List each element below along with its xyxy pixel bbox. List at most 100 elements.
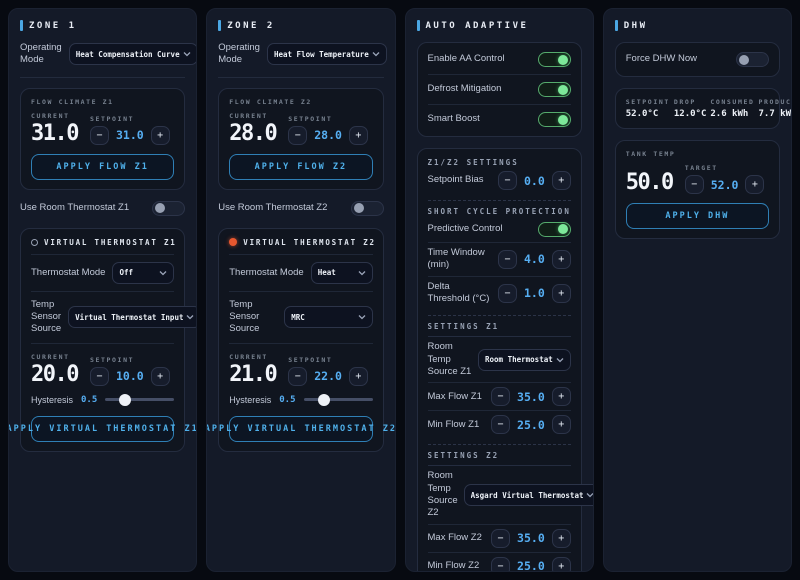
time-window-value: 4.0 [523,252,545,267]
dhw-tank-card: TANK TEMP 50.0 TARGET − 52.0 + APPLY DHW [614,140,780,239]
auto-adaptive-title: AUTO ADAPTIVE [425,20,529,31]
decrement-button[interactable]: − [491,556,511,571]
increment-button[interactable]: + [551,283,571,303]
decrement-button[interactable]: − [288,366,308,386]
enable-aa-toggle[interactable] [537,52,571,67]
vt-title: VIRTUAL THERMOSTAT Z2 [243,237,376,247]
stat-value: 2.6 kWh [710,109,749,119]
stat-value: 7.7 kWh [758,109,791,119]
room-temp-source-z1-label: Room Temp Source Z1 [427,341,472,378]
smart-boost-toggle[interactable] [537,112,571,127]
max-flow-z1-row: Max Flow Z1 − 35.0 + [427,383,571,412]
predictive-control-toggle[interactable] [537,221,571,237]
use-room-thermostat-label: Use Room Thermostat Z2 [218,202,328,214]
decrement-button[interactable]: − [491,528,511,548]
zone2-thermostat-mode-select[interactable]: Heat [310,261,373,284]
current-block: CURRENT 20.0 [31,353,79,387]
increment-button[interactable]: + [348,366,368,386]
flow-card-title: FLOW CLIMATE Z1 [31,97,114,106]
zone1-operating-mode-select[interactable]: Heat Compensation Curve [68,43,197,66]
zone2-vt-setpoint-stepper: − 22.0 + [288,366,368,386]
increment-button[interactable]: + [551,415,571,435]
setpoint-block: SETPOINT − 31.0 + [89,114,170,145]
max-flow-z1-stepper: − 35.0 + [491,387,571,407]
slider-thumb[interactable] [318,393,331,406]
zone2-hysteresis-slider[interactable] [303,393,373,406]
chevron-down-icon [187,315,194,320]
stat-label: CONSUMED [710,98,755,106]
increment-button[interactable]: + [150,366,170,386]
setpoint-bias-stepper: − 0.0 + [497,171,571,190]
toggle-knob [557,114,568,125]
chevron-down-icon [159,270,167,276]
temp-sensor-value: MRC [291,312,305,322]
operating-mode-value: Heat Compensation Curve [75,49,180,59]
setpoint-bias-row: Setpoint Bias − 0.0 + [428,167,571,194]
decrement-button[interactable]: − [497,171,517,190]
tank-current-block: 50.0 [626,172,674,194]
decrement-button[interactable]: − [89,366,109,386]
increment-button[interactable]: + [150,125,170,145]
apply-flow-z1-button[interactable]: APPLY FLOW Z1 [31,153,175,180]
setpoint-block: SETPOINT − 10.0 + [89,356,170,386]
decrement-button[interactable]: − [684,175,704,194]
zone1-vt-values: CURRENT 20.0 SETPOINT − 10.0 + [31,353,174,386]
setpoint-bias-value: 0.0 [523,173,545,188]
increment-button[interactable]: + [551,556,571,571]
increment-button[interactable]: + [551,528,571,548]
increment-button[interactable]: + [745,175,765,194]
thermostat-mode-value: Off [119,268,133,278]
decrement-button[interactable]: − [497,249,517,269]
zone2-virtual-thermostat-card: VIRTUAL THERMOSTAT Z2 Thermostat Mode He… [207,227,394,452]
zone2-operating-mode-select[interactable]: Heat Flow Temperature [266,43,387,66]
decrement-button[interactable]: − [288,125,308,145]
delta-threshold-label: Delta Threshold (°C) [427,280,490,305]
min-flow-z1-row: Min Flow Z1 − 25.0 + [428,411,571,438]
increment-button[interactable]: + [551,249,571,269]
auto-adaptive-panel: AUTO ADAPTIVE Enable AA Control Defrost … [404,8,594,572]
slider-thumb[interactable] [118,393,131,406]
zone1-hysteresis-value: 0.5 [81,394,98,405]
zone1-temp-sensor-select[interactable]: Virtual Thermostat Input [68,306,197,329]
zone1-vt-sensor-row: Temp Sensor Source Virtual Thermostat In… [31,292,197,344]
decrement-button[interactable]: − [89,125,109,145]
increment-button[interactable]: + [551,387,571,407]
apply-virtual-thermostat-z2-button[interactable]: APPLY VIRTUAL THERMOSTAT Z2 [207,415,394,442]
force-dhw-label: Force DHW Now [625,53,698,65]
decrement-button[interactable]: − [491,415,511,435]
setpoint-label: SETPOINT [288,114,333,123]
zone1-use-room-thermostat-row: Use Room Thermostat Z1 [20,200,186,216]
increment-button[interactable]: + [551,171,571,190]
decrement-button[interactable]: − [497,283,517,303]
zone2-use-room-thermostat-toggle[interactable] [350,200,384,216]
apply-flow-z2-button[interactable]: APPLY FLOW Z2 [229,153,373,180]
aa-toggles-card: Enable AA Control Defrost Mitigation Sma… [416,42,582,137]
apply-dhw-button[interactable]: APPLY DHW [625,203,769,229]
decrement-button[interactable]: − [491,387,511,407]
operating-mode-label: Operating Mode [20,42,62,66]
defrost-toggle[interactable] [537,82,571,97]
force-dhw-toggle[interactable] [736,52,769,67]
current-block: CURRENT 21.0 [229,353,277,386]
target-label: TARGET [684,164,718,172]
zone1-hysteresis-slider[interactable] [105,393,175,406]
zone2-flow-values: CURRENT 28.0 SETPOINT − 28.0 + [229,112,372,145]
thermostat-mode-value: Heat [317,268,336,278]
stat-drop: DROP 12.0°C [674,98,707,119]
apply-virtual-thermostat-z1-button[interactable]: APPLY VIRTUAL THERMOSTAT Z1 [9,415,196,442]
vt-header: VIRTUAL THERMOSTAT Z2 [229,238,374,255]
min-flow-z2-row: Min Flow Z2 − 25.0 + [428,553,571,571]
room-temp-source-z2-row: Room Temp Source Z2 Asgard Virtual Therm… [427,466,593,525]
zone1-use-room-thermostat-toggle[interactable] [152,200,186,216]
zone1-thermostat-mode-select[interactable]: Off [112,261,175,284]
room-temp-source-z1-select[interactable]: Room Thermostat [478,348,571,371]
room-temp-source-z2-select[interactable]: Asgard Virtual Thermostat [463,484,593,507]
zone2-temp-sensor-select[interactable]: MRC [284,306,373,329]
flow-card-title: FLOW CLIMATE Z2 [229,97,312,106]
increment-button[interactable]: + [348,125,368,145]
zone1-vt-current-value: 20.0 [31,361,79,387]
stat-value: 12.0°C [673,109,707,119]
zone1-title: ZONE 1 [29,20,77,31]
divider [218,76,384,78]
setpoint-label: SETPOINT [89,114,135,123]
